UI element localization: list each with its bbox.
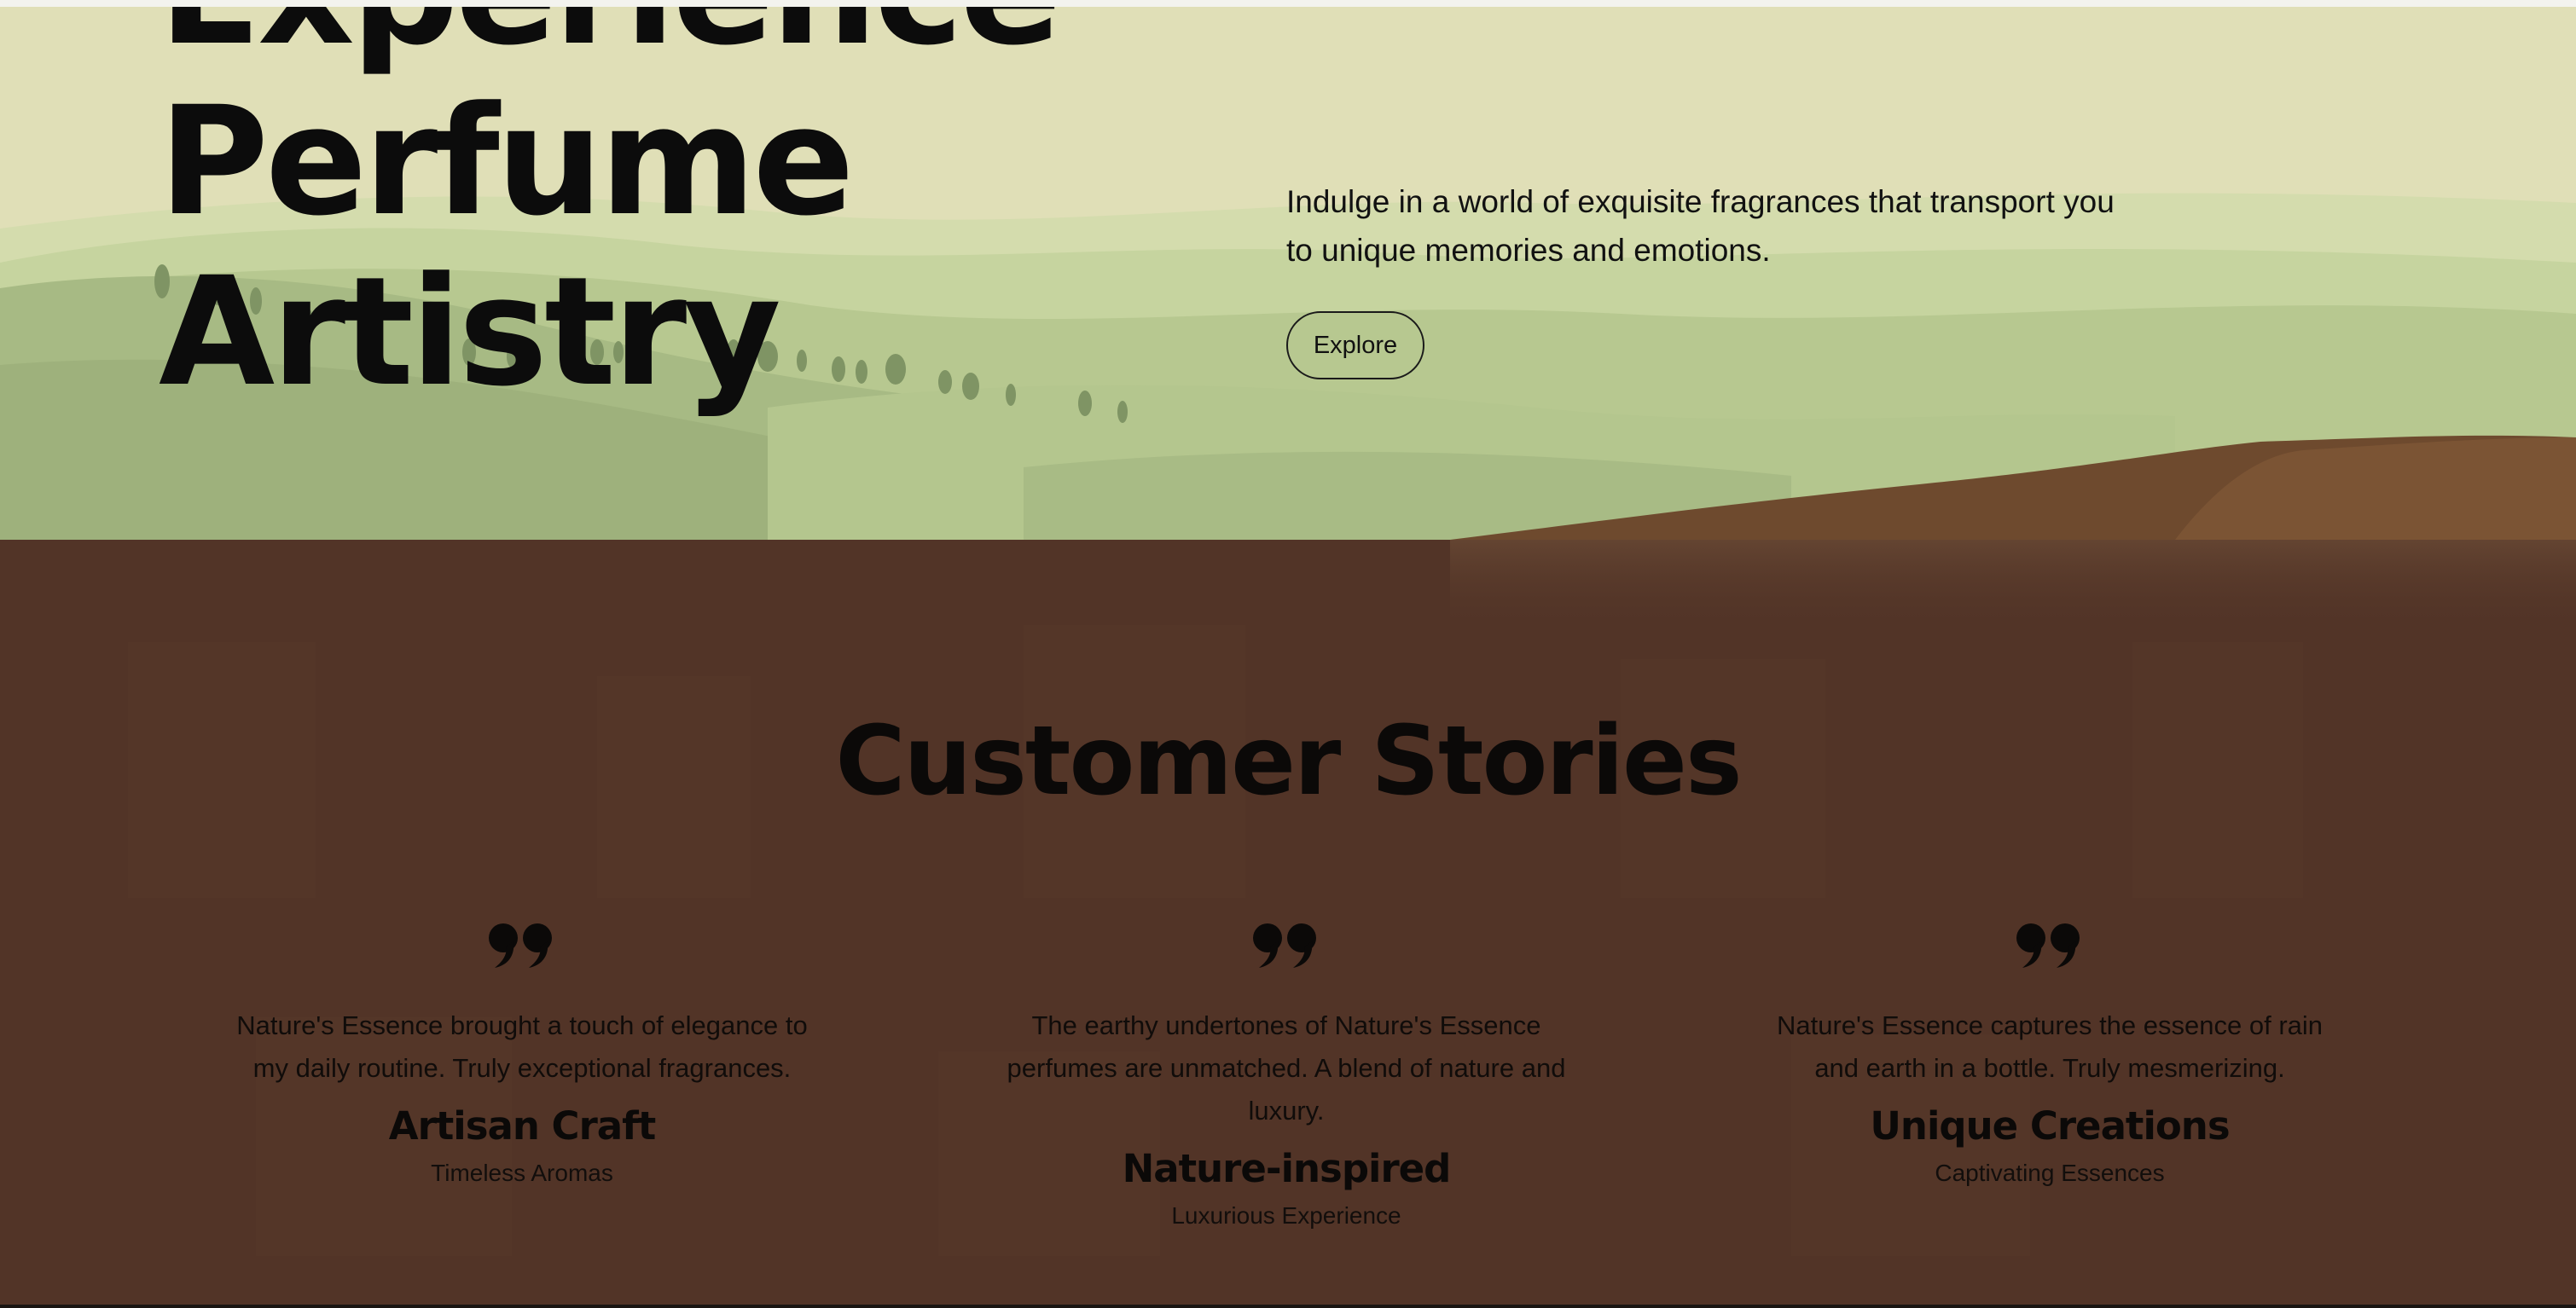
bottom-edge-strip: [0, 1305, 2576, 1308]
testimonial-subtitle: Timeless Aromas: [431, 1160, 613, 1186]
hero-title-line-3: Artistry: [159, 245, 781, 420]
quote-icon: [2016, 923, 2080, 968]
quote-icon: [489, 923, 552, 968]
top-edge-strip: [0, 0, 2576, 7]
testimonial-card-2: The earthy undertones of Nature's Essenc…: [971, 921, 1602, 1233]
hero-description: Indulge in a world of exquisite fragranc…: [1286, 184, 2115, 268]
testimonial-card-3: Nature's Essence captures the essence of…: [1734, 921, 2365, 1190]
explore-button[interactable]: Explore: [1286, 311, 1424, 379]
hero-title: Experience Perfume Artistry: [159, 7, 1062, 420]
hero-section: Experience Perfume Artistry Indulge in a…: [0, 7, 2576, 540]
testimonial-quote: Nature's Essence brought a touch of eleg…: [236, 1010, 808, 1083]
testimonial-title: Artisan Craft: [388, 1103, 656, 1149]
page: Experience Perfume Artistry Indulge in a…: [0, 0, 2576, 1308]
customer-stories-section: Customer Stories Nature's Essence brough…: [0, 540, 2576, 1305]
hero-title-line-1: Experience: [159, 7, 1062, 77]
hero-title-line-2: Perfume: [159, 74, 855, 249]
quote-icon: [1253, 923, 1316, 968]
testimonial-title: Nature-inspired: [1122, 1146, 1452, 1191]
customer-stories-heading: Customer Stories: [835, 706, 1742, 817]
testimonial-subtitle: Captivating Essences: [1935, 1160, 2165, 1186]
testimonial-quote: Nature's Essence captures the essence of…: [1776, 1010, 2324, 1083]
testimonial-quote: The earthy undertones of Nature's Essenc…: [1007, 1010, 1566, 1126]
testimonial-subtitle: Luxurious Experience: [1171, 1202, 1401, 1229]
testimonial-title: Unique Creations: [1870, 1103, 2230, 1149]
testimonial-card-1: Nature's Essence brought a touch of eleg…: [206, 921, 838, 1190]
